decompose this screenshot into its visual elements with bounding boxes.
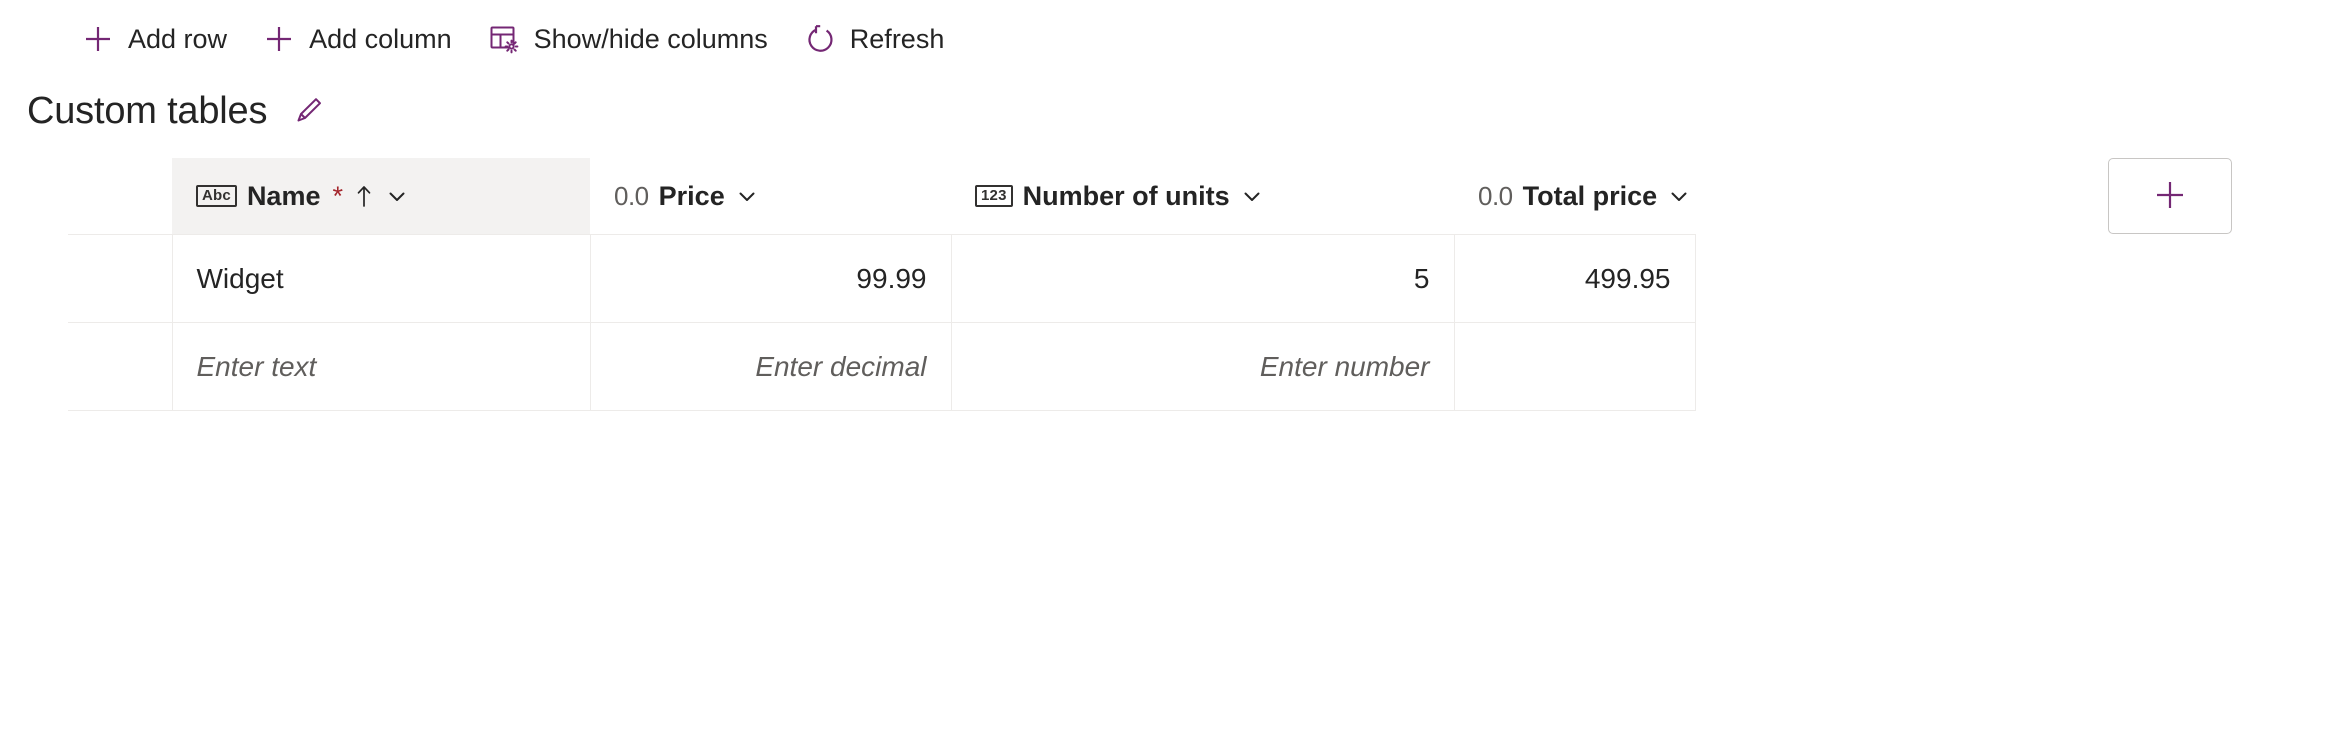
chevron-down-icon[interactable] [385, 184, 409, 208]
row-tail-spacer [1695, 235, 2105, 323]
add-row-button[interactable]: Add row [64, 13, 245, 65]
add-column-label: Add column [309, 23, 452, 54]
column-header-total-price[interactable]: 0.0 Total price [1454, 158, 1695, 235]
table-settings-icon [488, 23, 520, 55]
new-row[interactable]: Enter text Enter decimal Enter number [68, 322, 2105, 411]
add-column-button[interactable]: Add column [245, 13, 470, 65]
plus-icon [82, 23, 114, 55]
show-hide-columns-button[interactable]: Show/hide columns [470, 13, 786, 65]
new-row-cell-name[interactable]: Enter text [172, 322, 591, 411]
column-header-name[interactable]: Abc Name * [172, 158, 590, 235]
cell-price[interactable]: 99.99 [590, 234, 952, 323]
column-header-price-label: Price [658, 180, 725, 211]
chevron-down-icon[interactable] [735, 184, 759, 208]
column-header-price[interactable]: 0.0 Price [590, 158, 951, 235]
new-row-cell-number-of-units[interactable]: Enter number [951, 322, 1455, 411]
refresh-button[interactable]: Refresh [786, 13, 963, 65]
plus-icon [2150, 175, 2190, 218]
row-selector-header [68, 158, 172, 235]
grid-add-column-button[interactable] [2108, 158, 2232, 234]
decimal-icon: 0.0 [614, 183, 649, 209]
column-header-number-of-units[interactable]: 123 Number of units [951, 158, 1454, 235]
custom-tables-grid: Abc Name * 0.0 Price 123 Number of units… [68, 158, 2105, 411]
pencil-icon [292, 93, 326, 130]
new-row-cell-price[interactable]: Enter decimal [590, 322, 952, 411]
page-title: Custom tables [27, 90, 268, 132]
new-row-name-placeholder: Enter text [196, 350, 317, 382]
new-row-selector-cell[interactable] [68, 322, 173, 411]
decimal-icon: 0.0 [1478, 183, 1513, 209]
sort-ascending-icon[interactable] [353, 183, 375, 209]
grid-header-row: Abc Name * 0.0 Price 123 Number of units… [68, 158, 2105, 235]
data-grid-container: Abc Name * 0.0 Price 123 Number of units… [0, 158, 2347, 411]
required-asterisk: * [332, 180, 343, 211]
column-header-number-of-units-label: Number of units [1022, 180, 1230, 211]
new-row-units-placeholder: Enter number [1259, 350, 1430, 382]
refresh-label: Refresh [849, 23, 945, 54]
new-row-cell-total-price[interactable] [1454, 322, 1696, 411]
new-row-tail-spacer [1695, 323, 2105, 411]
show-hide-columns-label: Show/hide columns [533, 23, 768, 54]
cell-total-price[interactable]: 499.95 [1454, 234, 1696, 323]
chevron-down-icon[interactable] [1667, 184, 1691, 208]
row-selector-cell[interactable] [68, 234, 173, 323]
command-bar: Add row Add column Show/hide columns Ref… [0, 0, 2347, 78]
plus-icon [263, 23, 295, 55]
decimal-icon-text: 0.0 [1478, 181, 1513, 211]
new-row-price-placeholder: Enter decimal [755, 350, 927, 382]
abc-icon: Abc [196, 185, 237, 207]
add-row-label: Add row [128, 23, 228, 54]
column-header-total-price-label: Total price [1522, 180, 1658, 211]
refresh-icon [804, 23, 836, 55]
number-icon-text: 123 [975, 185, 1013, 207]
page-title-row: Custom tables [0, 78, 2347, 144]
header-tail-spacer [1695, 158, 2105, 235]
cell-name[interactable]: Widget [172, 234, 591, 323]
column-header-name-label: Name [246, 180, 321, 211]
number-icon: 123 [975, 185, 1013, 207]
cell-number-of-units[interactable]: 5 [951, 234, 1455, 323]
table-row[interactable]: Widget 99.99 5 499.95 [68, 234, 2105, 323]
abc-icon-text: Abc [196, 185, 237, 207]
decimal-icon-text: 0.0 [614, 181, 649, 211]
edit-title-button[interactable] [287, 89, 331, 133]
chevron-down-icon[interactable] [1240, 184, 1264, 208]
